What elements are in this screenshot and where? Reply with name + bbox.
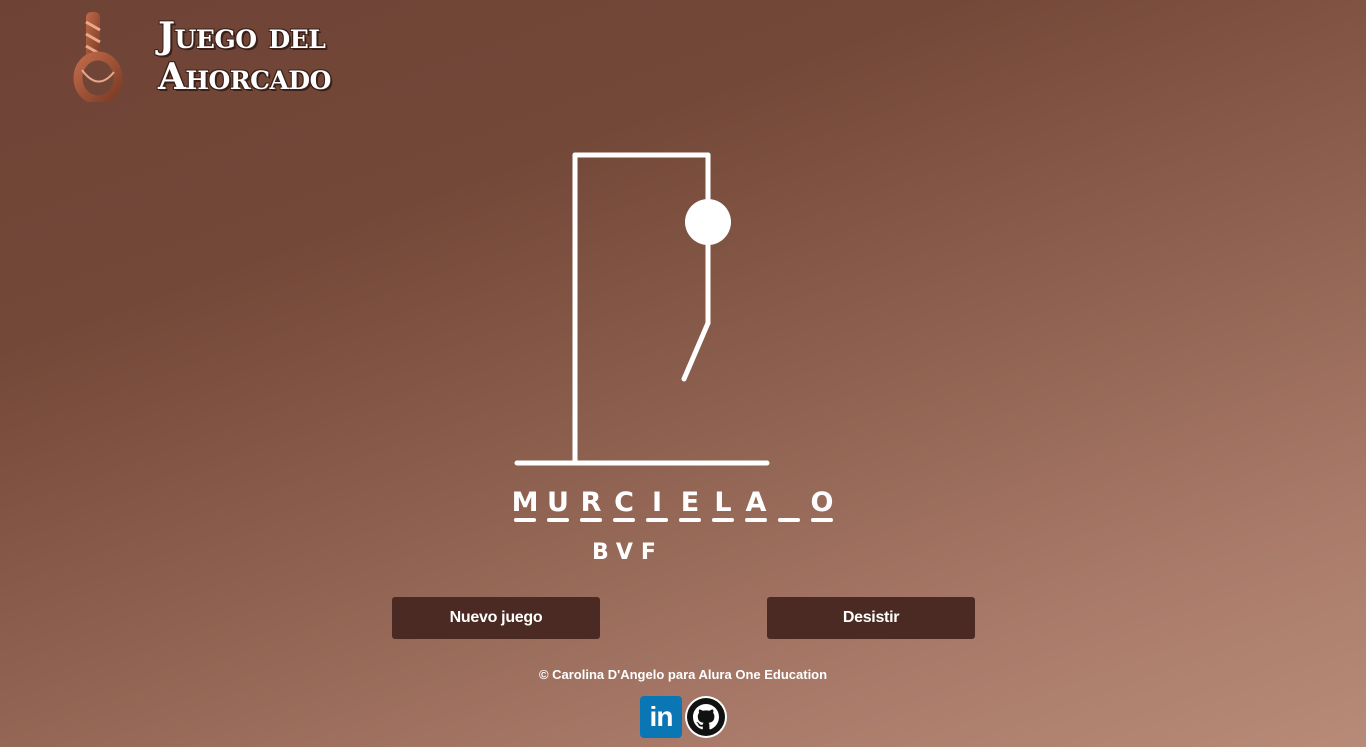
wrong-letters: BVF [592,540,664,565]
letter-slot: O [811,488,833,524]
linkedin-icon[interactable]: in [640,696,682,738]
letter-slot: A [745,488,767,524]
github-icon[interactable] [685,696,727,738]
linkedin-label: in [649,701,674,732]
letter-slot: E [679,488,701,524]
title-line-1: Juego del [158,15,326,57]
footer-credit: © Carolina D'Angelo para Alura One Educa… [538,667,828,682]
letter-slot: I [646,488,668,524]
page-title: Juego del Ahorcado [158,16,331,98]
letter-slot [778,488,800,524]
hangman-drawing [514,152,770,466]
noose-icon [73,12,123,102]
social-links: in [640,696,727,738]
letter-slot: C [613,488,635,524]
letter-slot: L [712,488,734,524]
hangman-leg [681,320,711,382]
title-line-2: Ahorcado [158,56,331,98]
letter-slot: M [512,488,538,524]
letter-slot: U [547,488,569,524]
hangman-head [685,199,731,245]
quit-button[interactable]: Desistir [767,597,975,639]
header: Juego del Ahorcado [72,10,372,105]
letter-slot: R [580,488,602,524]
word-display: MURCIELA O [512,488,833,528]
new-game-button[interactable]: Nuevo juego [392,597,600,639]
